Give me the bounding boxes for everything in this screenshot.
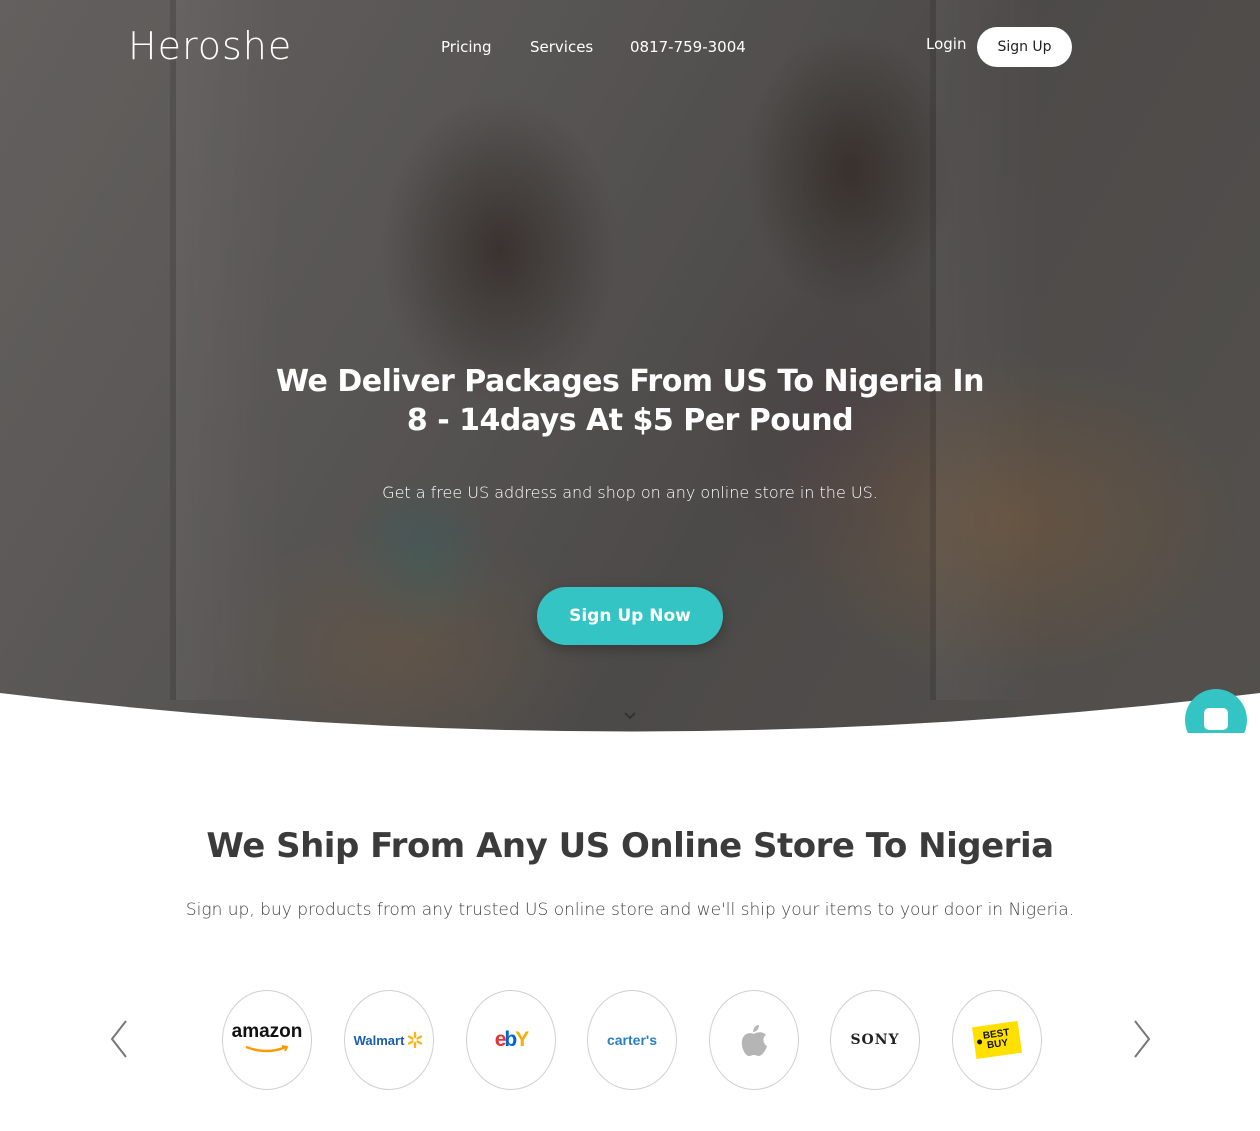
carters-logo: carter's — [606, 1032, 658, 1048]
apple-icon — [741, 1025, 767, 1056]
store-carters[interactable]: carter's — [587, 990, 677, 1090]
amazon-smile-icon — [245, 1045, 289, 1053]
nav-services[interactable]: Services — [530, 38, 593, 56]
hero-title-line: We Deliver Packages From US To Nigeria I… — [276, 364, 984, 399]
walmart-spark-icon — [408, 1031, 423, 1049]
chat-icon[interactable] — [1185, 689, 1247, 733]
store-walmart[interactable]: Walmart — [344, 990, 434, 1090]
chat-widget[interactable] — [1180, 684, 1260, 733]
store-amazon[interactable]: amazon — [222, 990, 312, 1090]
login-link[interactable]: Login — [926, 35, 966, 53]
signup-button[interactable]: Sign Up — [977, 27, 1072, 67]
amazon-logo: amazon — [231, 1021, 303, 1042]
carousel-next-button[interactable] — [1130, 1018, 1154, 1060]
chevron-right-icon — [1134, 1020, 1151, 1058]
walmart-logo: Walmart — [353, 1032, 405, 1048]
bestbuy-tag: BEST BUY — [971, 1020, 1023, 1060]
sony-logo: SONY — [850, 1032, 900, 1048]
store-ebay[interactable]: ebY — [466, 990, 556, 1090]
ebay-logo: ebY — [494, 1028, 530, 1051]
store-sony[interactable]: SONY — [830, 990, 920, 1090]
signup-now-button[interactable]: Sign Up Now — [537, 587, 723, 645]
hero-title-line: 8 - 14days At $5 Per Pound — [406, 403, 854, 438]
nav-phone[interactable]: 0817-759-3004 — [630, 38, 746, 56]
chevron-down-icon[interactable] — [620, 706, 640, 726]
carousel-prev-button[interactable] — [107, 1018, 131, 1060]
store-bestbuy[interactable]: BEST BUY — [952, 990, 1042, 1090]
hero-subtitle: Get a free US address and shop on any on… — [382, 483, 878, 502]
nav-pricing[interactable]: Pricing — [441, 38, 492, 56]
stores-subtitle: Sign up, buy products from any trusted U… — [185, 900, 1075, 920]
bestbuy-logo: BEST BUY — [982, 1027, 1011, 1052]
logo[interactable]: Heroshe — [128, 24, 292, 68]
stores-title: We Ship From Any US Online Store To Nige… — [206, 826, 1054, 866]
chevron-left-icon — [110, 1020, 127, 1058]
store-apple[interactable] — [709, 990, 799, 1090]
hero-title: We Deliver Packages From US To Nigeria I… — [230, 362, 1030, 440]
